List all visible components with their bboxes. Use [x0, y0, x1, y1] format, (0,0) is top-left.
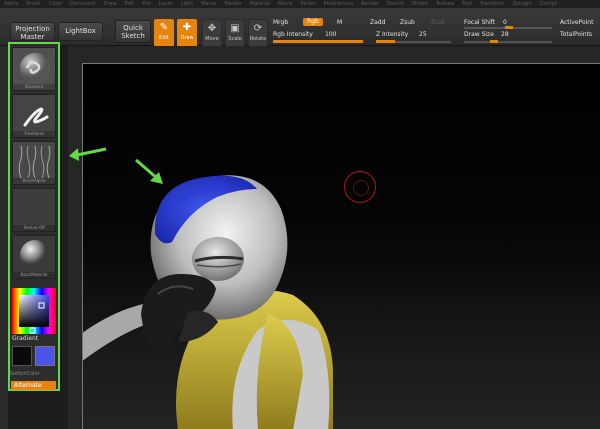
annotation-arrow-crest [135, 158, 163, 184]
edit-icon: ✎ [159, 22, 169, 33]
stroke-caption: FreeHand [13, 131, 55, 137]
zadd-toggle[interactable]: Zadd [370, 19, 385, 26]
menu-item[interactable]: Color [49, 0, 62, 8]
menu-item[interactable]: Render [361, 0, 379, 8]
rgb-intensity-value: 100 [325, 31, 337, 38]
switch-color-button[interactable]: SwitchColor [10, 371, 40, 377]
rgb-intensity-label: Rgb Intensity [273, 31, 313, 38]
z-intensity-value: 25 [419, 31, 427, 38]
parrot-model [83, 175, 333, 429]
material-thumbnail[interactable]: BasicMaterial [12, 235, 56, 279]
draw-size-knob [490, 40, 498, 43]
active-points-label: ActivePoint [560, 19, 594, 26]
menu-item[interactable]: File [142, 0, 150, 8]
left-tray: Standard FreeHand BrushAlpha Texture Off… [8, 42, 60, 391]
brush-caption: Standard [13, 84, 55, 90]
menu-item[interactable]: Zplugin [513, 0, 532, 8]
annotation-arrow-left [69, 147, 107, 161]
draw-size-value: 28 [501, 31, 509, 38]
menu-item[interactable]: Document [70, 0, 96, 8]
scale-label: Scale [228, 36, 242, 42]
alternate-button[interactable]: Alternate [11, 381, 56, 390]
secondary-color-swatch[interactable] [12, 346, 32, 366]
quick-sketch-label: Quick Sketch [121, 24, 145, 40]
menu-item[interactable]: Movie [278, 0, 293, 8]
m-toggle[interactable]: M [337, 19, 342, 26]
move-button[interactable]: ✥ Move [202, 19, 222, 47]
menu-item[interactable]: Light [181, 0, 193, 8]
draw-icon: ✚ [182, 22, 192, 33]
rgb-toggle[interactable]: Rgb [303, 18, 323, 26]
document-canvas[interactable] [82, 63, 600, 429]
draw-label: Draw [180, 35, 194, 41]
menu-item[interactable]: Layer [159, 0, 173, 8]
menu-item[interactable]: Zscript [540, 0, 557, 8]
draw-button[interactable]: ✚ Draw [177, 19, 197, 47]
menu-item[interactable]: Tool [462, 0, 472, 8]
rgb-intensity-fill [273, 40, 363, 43]
edit-label: Edit [159, 35, 169, 41]
menu-item[interactable]: Alpha [4, 0, 18, 8]
zsub-toggle[interactable]: Zsub [400, 19, 415, 26]
move-label: Move [205, 36, 219, 42]
draw-size-label: Draw Size [464, 31, 494, 38]
projection-master-label: Projection Master [15, 25, 50, 41]
quick-sketch-button[interactable]: Quick Sketch [115, 20, 151, 43]
menu-item[interactable]: Draw [104, 0, 117, 8]
rotate-button[interactable]: ⟳ Rotate [248, 19, 268, 47]
menu-bar: Alpha Brush Color Document Draw Edit File Layer… [0, 0, 600, 8]
lightbox-label: LightBox [65, 27, 96, 35]
alpha-caption: BrushAlpha [13, 178, 55, 184]
stroke-thumbnail[interactable]: FreeHand [12, 94, 56, 138]
menu-item[interactable]: Texture [436, 0, 454, 8]
scale-button[interactable]: ▣ Scale [225, 19, 245, 47]
zcut-toggle[interactable]: Zcut [431, 19, 445, 26]
gradient-toggle[interactable]: Gradient [12, 335, 38, 342]
color-picker[interactable] [10, 288, 58, 334]
focal-shift-value: 0 [503, 19, 507, 26]
move-icon: ✥ [207, 23, 217, 34]
brush-thumbnail[interactable]: Standard [12, 47, 56, 91]
menu-item[interactable]: Macro [201, 0, 216, 8]
scale-icon: ▣ [230, 23, 240, 34]
mrgb-toggle[interactable]: Mrgb [273, 19, 288, 26]
rotate-icon: ⟳ [253, 23, 263, 34]
material-caption: BasicMaterial [13, 272, 55, 278]
menu-item[interactable]: Stencil [387, 0, 404, 8]
z-intensity-fill [376, 40, 395, 43]
menu-item[interactable]: Marker [224, 0, 241, 8]
menu-item[interactable]: Edit [125, 0, 135, 8]
texture-caption: Texture Off [13, 225, 55, 231]
z-intensity-label: Z Intensity [376, 31, 409, 38]
draw-size-slider[interactable] [464, 41, 552, 43]
focal-shift-label: Focal Shift [464, 19, 496, 26]
menu-item[interactable]: Transform [480, 0, 505, 8]
projection-master-button[interactable]: Projection Master [10, 22, 55, 41]
rotate-label: Rotate [249, 36, 267, 42]
menu-item[interactable]: Picker [301, 0, 316, 8]
texture-thumbnail[interactable]: Texture Off [12, 188, 56, 232]
color-picker-swatch [12, 288, 56, 334]
main-color-swatch[interactable] [35, 346, 55, 366]
alpha-thumbnail[interactable]: BrushAlpha [12, 141, 56, 185]
menu-item[interactable]: Material [250, 0, 270, 8]
focal-shift-knob [505, 26, 513, 29]
menu-item[interactable]: Stroke [412, 0, 428, 8]
brush-cursor [344, 171, 376, 203]
edit-button[interactable]: ✎ Edit [154, 19, 174, 47]
left-shelf [0, 46, 8, 429]
total-points-label: TotalPoints [560, 31, 593, 38]
menu-item[interactable]: Brush [26, 0, 40, 8]
menu-item[interactable]: Preferences [324, 0, 353, 8]
top-toolbar: Projection Master LightBox Quick Sketch … [0, 8, 600, 47]
lightbox-button[interactable]: LightBox [58, 22, 103, 41]
